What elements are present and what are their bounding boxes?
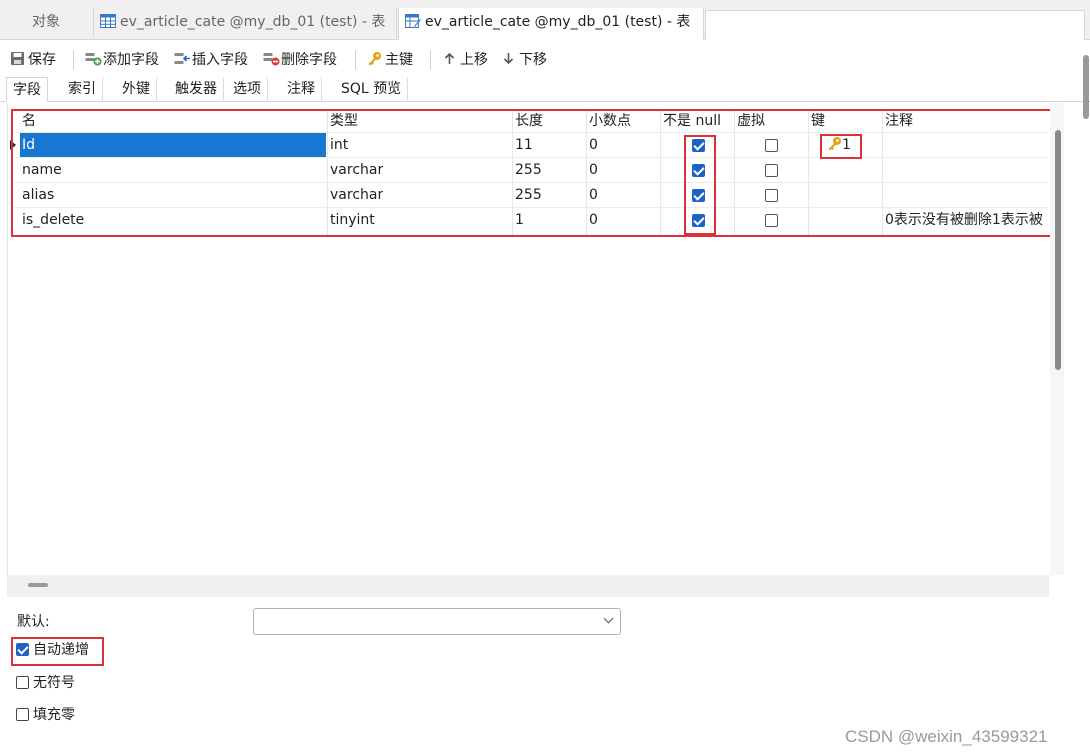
tab-indexes[interactable]: 索引 — [62, 77, 103, 102]
tab-table-design[interactable]: ev_article_cate @my_db_01 (test) - 表 — [398, 8, 704, 40]
move-up-button[interactable]: 上移 — [442, 50, 488, 70]
unsigned-checkbox[interactable] — [16, 676, 29, 689]
insert-field-icon — [174, 51, 190, 66]
highlight-box — [684, 135, 716, 235]
move-down-button[interactable]: 下移 — [501, 50, 547, 70]
default-value-select[interactable] — [253, 608, 621, 635]
save-icon — [10, 51, 25, 66]
table-design-icon — [405, 10, 421, 28]
zerofill-checkbox[interactable] — [16, 708, 29, 721]
toolbar: 保存 添加字段 插入字段 删除字段 主键 上移 下移 — [0, 42, 1090, 76]
panel-splitter[interactable] — [7, 575, 1049, 597]
tab-triggers[interactable]: 触发器 — [169, 77, 224, 102]
default-label: 默认: — [17, 614, 50, 630]
window-scrollbar-thumb[interactable] — [1083, 55, 1089, 119]
primary-key-button[interactable]: 主键 — [367, 50, 413, 70]
zerofill-label: 填充零 — [33, 707, 75, 723]
key-icon — [367, 51, 382, 66]
grid-scrollbar-thumb[interactable] — [1055, 130, 1061, 370]
tab-bar-empty-area — [705, 10, 1085, 40]
tab-fields[interactable]: 字段 — [6, 77, 48, 102]
arrow-up-icon — [442, 51, 457, 66]
add-field-icon — [85, 51, 102, 66]
delete-field-button[interactable]: 删除字段 — [263, 50, 337, 70]
chevron-down-icon — [603, 613, 614, 624]
tab-foreign-keys[interactable]: 外键 — [116, 77, 157, 102]
tab-comment[interactable]: 注释 — [281, 77, 322, 102]
highlight-box — [820, 134, 862, 159]
delete-field-icon — [263, 51, 280, 66]
table-icon — [100, 10, 116, 28]
tab-sql-preview[interactable]: SQL 预览 — [335, 77, 409, 102]
toolbar-divider — [355, 50, 356, 70]
add-field-button[interactable]: 添加字段 — [85, 50, 159, 70]
tab-objects[interactable]: 对象 — [0, 8, 92, 38]
highlight-box — [11, 109, 1064, 237]
splitter-grip[interactable] — [28, 583, 48, 587]
insert-field-button[interactable]: 插入字段 — [174, 50, 248, 70]
watermark: CSDN @weixin_43599321 — [845, 727, 1048, 746]
unsigned-label: 无符号 — [33, 675, 75, 691]
tab-table-data[interactable]: ev_article_cate @my_db_01 (test) - 表 — [93, 8, 397, 38]
toolbar-divider — [73, 50, 74, 70]
tab-options[interactable]: 选项 — [227, 77, 268, 102]
document-tab-bar: 对象 ev_article_cate @my_db_01 (test) - 表 … — [0, 0, 1090, 40]
design-subtabs: 字段 索引 外键 触发器 选项 注释 SQL 预览 — [0, 76, 1090, 102]
toolbar-divider — [430, 50, 431, 70]
highlight-box — [11, 637, 104, 666]
arrow-down-icon — [501, 51, 516, 66]
save-button[interactable]: 保存 — [10, 50, 56, 70]
